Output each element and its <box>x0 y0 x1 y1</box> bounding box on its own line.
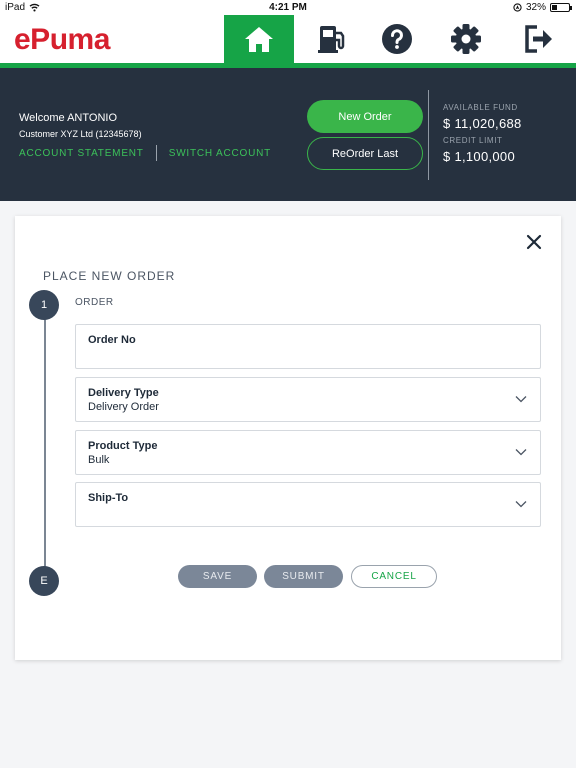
location-lock-icon <box>513 3 522 12</box>
account-summary: Welcome ANTONIO Customer XYZ Ltd (123456… <box>0 68 576 201</box>
close-icon <box>526 234 542 250</box>
available-fund-label: AVAILABLE FUND <box>443 103 518 112</box>
new-order-button[interactable]: New Order <box>307 100 423 133</box>
field-label: Ship-To <box>88 492 129 504</box>
switch-account-link[interactable]: SWITCH ACCOUNT <box>169 148 271 159</box>
home-icon <box>245 27 273 52</box>
status-time: 4:21 PM <box>269 2 307 13</box>
gear-icon <box>451 24 481 54</box>
field-label: Delivery Type <box>88 387 159 399</box>
nav-fuel[interactable] <box>297 15 367 63</box>
customer-name: Customer XYZ Ltd (12345678) <box>19 129 142 139</box>
chevron-down-icon <box>515 396 527 403</box>
chevron-down-icon <box>515 449 527 456</box>
app-header: ePuma <box>0 15 576 63</box>
status-bar: iPad 4:21 PM 32% <box>0 0 576 15</box>
nav-logout[interactable] <box>504 15 574 63</box>
field-label: Order No <box>88 334 136 346</box>
close-button[interactable] <box>525 233 543 251</box>
step-connector <box>44 306 46 579</box>
nav-home[interactable] <box>224 15 294 63</box>
battery-icon <box>550 3 572 12</box>
help-icon <box>382 24 412 54</box>
save-button[interactable]: SAVE <box>178 565 257 588</box>
welcome-text: Welcome ANTONIO <box>19 112 118 124</box>
submit-button[interactable]: SUBMIT <box>264 565 343 588</box>
order-no-field[interactable]: Order No <box>75 324 541 369</box>
epuma-logo: ePuma <box>14 23 110 56</box>
page-title: PLACE NEW ORDER <box>43 269 176 283</box>
delivery-type-select[interactable]: Delivery Type Delivery Order <box>75 377 541 422</box>
section-label: ORDER <box>75 297 114 308</box>
product-type-select[interactable]: Product Type Bulk <box>75 430 541 475</box>
nav-settings[interactable] <box>431 15 501 63</box>
logout-icon <box>525 25 552 53</box>
place-order-card: PLACE NEW ORDER 1 E ORDER Order No Deliv… <box>15 216 561 660</box>
step-indicator-end: E <box>29 566 59 596</box>
credit-limit-label: CREDIT LIMIT <box>443 136 503 145</box>
credit-limit-value: $ 1,100,000 <box>443 149 515 164</box>
ship-to-select[interactable]: Ship-To <box>75 482 541 527</box>
account-divider <box>428 90 429 180</box>
link-divider <box>155 145 157 161</box>
cancel-button[interactable]: CANCEL <box>351 565 437 588</box>
account-links: ACCOUNT STATEMENT SWITCH ACCOUNT <box>19 145 271 161</box>
fuel-pump-icon <box>318 26 345 53</box>
account-statement-link[interactable]: ACCOUNT STATEMENT <box>19 148 144 159</box>
reorder-last-button[interactable]: ReOrder Last <box>307 137 423 170</box>
field-value: Delivery Order <box>88 401 159 413</box>
battery-percent: 32% <box>525 2 546 13</box>
nav-help[interactable] <box>362 15 432 63</box>
step-indicator-1: 1 <box>29 290 59 320</box>
available-fund-value: $ 11,020,688 <box>443 116 522 131</box>
chevron-down-icon <box>515 501 527 508</box>
field-value: Bulk <box>88 454 110 466</box>
field-label: Product Type <box>88 440 158 452</box>
